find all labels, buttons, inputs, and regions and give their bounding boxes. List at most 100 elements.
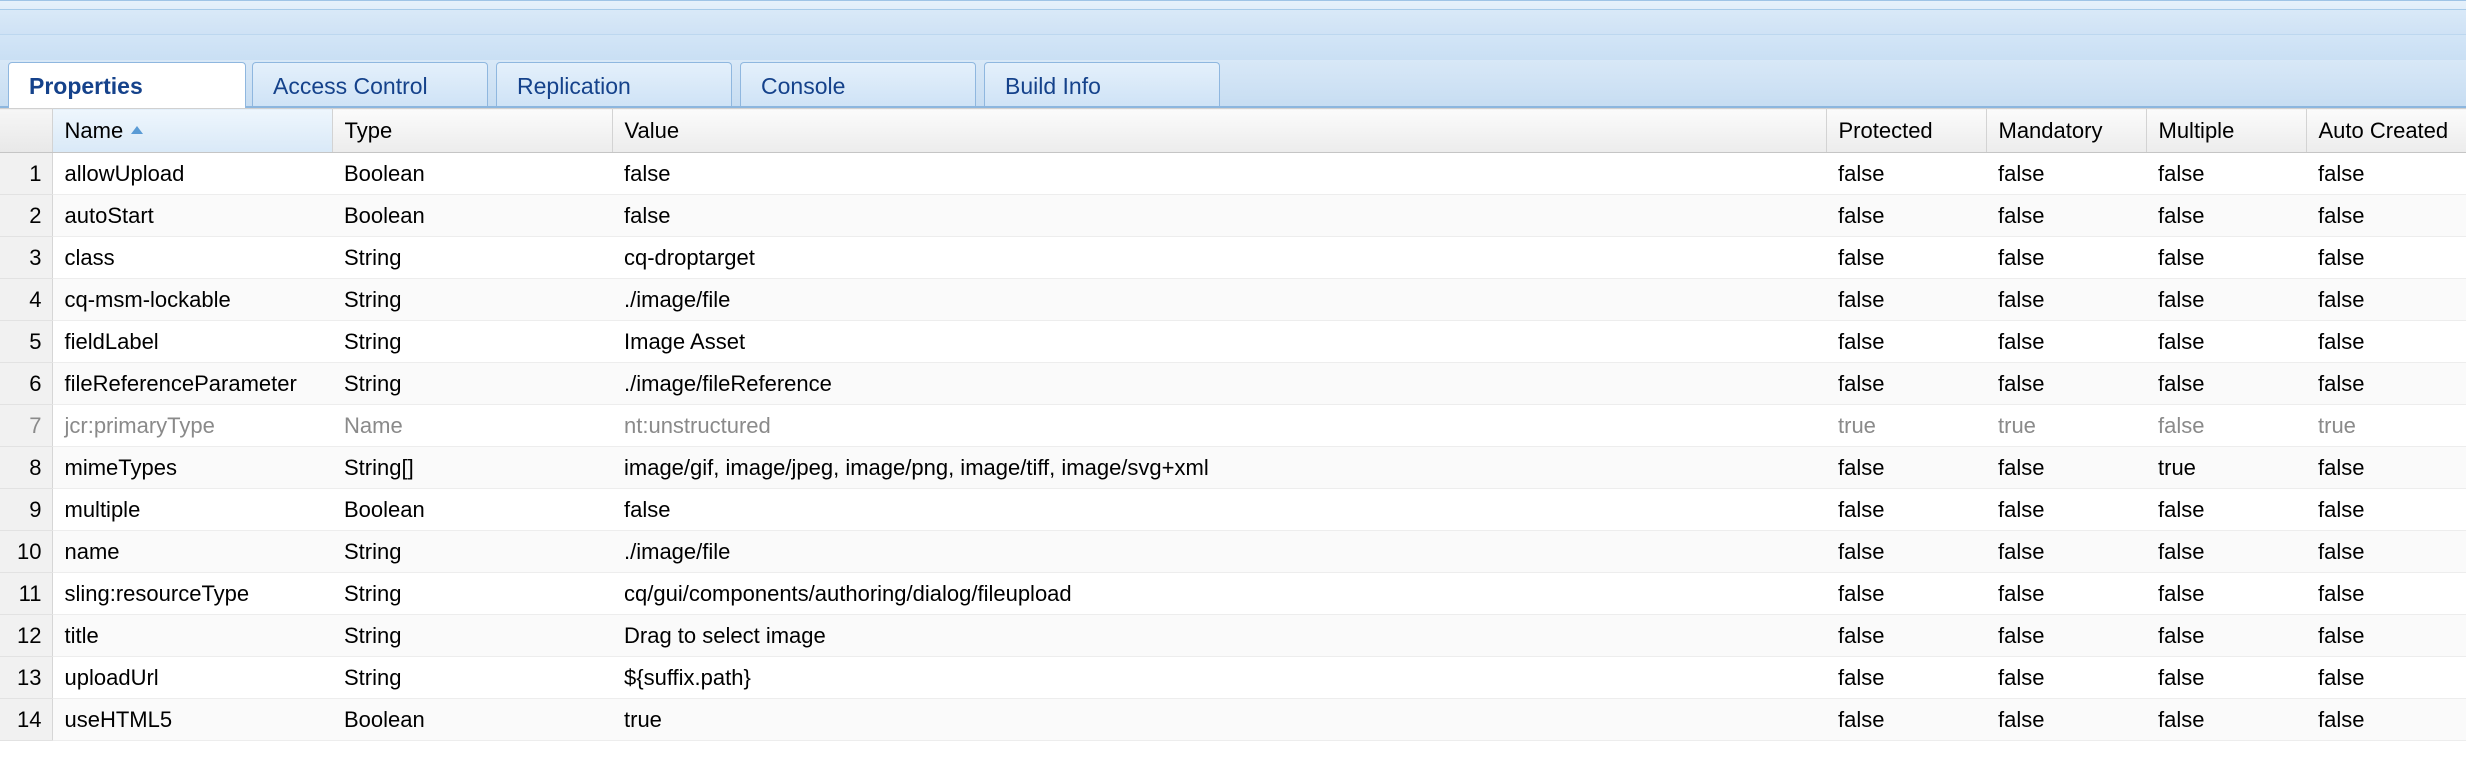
table-row[interactable]: 9 multiple Boolean false false false false fals… bbox=[0, 488, 2466, 531]
auto-created-cell[interactable]: false bbox=[2306, 194, 2466, 237]
protected-cell[interactable]: false bbox=[1826, 698, 1986, 741]
name-cell[interactable]: mimeTypes bbox=[52, 446, 332, 489]
auto-created-cell[interactable]: false bbox=[2306, 362, 2466, 405]
column-header-protected[interactable]: Protected bbox=[1826, 108, 1987, 153]
auto-created-cell[interactable]: false bbox=[2306, 614, 2466, 657]
type-cell[interactable]: Boolean bbox=[332, 698, 612, 741]
table-row[interactable]: 12 title String Drag to select image false fa… bbox=[0, 614, 2466, 657]
value-cell[interactable]: ./image/file bbox=[612, 278, 1826, 321]
column-header-auto-created[interactable]: Auto Created bbox=[2306, 108, 2466, 153]
value-cell[interactable]: cq-droptarget bbox=[612, 236, 1826, 279]
column-header-value[interactable]: Value bbox=[612, 108, 1827, 153]
table-row[interactable]: 10 name String ./image/file false false false f… bbox=[0, 530, 2466, 573]
multiple-cell[interactable]: false bbox=[2146, 278, 2306, 321]
tab-console[interactable]: Console bbox=[740, 62, 976, 106]
type-cell[interactable]: Boolean bbox=[332, 194, 612, 237]
name-cell[interactable]: fieldLabel bbox=[52, 320, 332, 363]
table-row[interactable]: 2 autoStart Boolean false false false false fal… bbox=[0, 194, 2466, 237]
type-cell[interactable]: String bbox=[332, 320, 612, 363]
name-cell[interactable]: autoStart bbox=[52, 194, 332, 237]
value-cell[interactable]: ./image/file bbox=[612, 530, 1826, 573]
multiple-cell[interactable]: false bbox=[2146, 236, 2306, 279]
table-row[interactable]: 11 sling:resourceType String cq/gui/compone… bbox=[0, 572, 2466, 615]
value-cell[interactable]: false bbox=[612, 194, 1826, 237]
auto-created-cell[interactable]: false bbox=[2306, 152, 2466, 195]
mandatory-cell[interactable]: false bbox=[1986, 698, 2146, 741]
mandatory-cell[interactable]: true bbox=[1986, 404, 2146, 447]
table-row[interactable]: 6 fileReferenceParameter String ./image/fil… bbox=[0, 362, 2466, 405]
type-cell[interactable]: String bbox=[332, 236, 612, 279]
multiple-cell[interactable]: false bbox=[2146, 152, 2306, 195]
type-cell[interactable]: String bbox=[332, 530, 612, 573]
mandatory-cell[interactable]: false bbox=[1986, 488, 2146, 531]
auto-created-cell[interactable]: false bbox=[2306, 236, 2466, 279]
name-cell[interactable]: title bbox=[52, 614, 332, 657]
multiple-cell[interactable]: false bbox=[2146, 194, 2306, 237]
protected-cell[interactable]: false bbox=[1826, 362, 1986, 405]
column-header-type[interactable]: Type bbox=[332, 108, 613, 153]
multiple-cell[interactable]: false bbox=[2146, 656, 2306, 699]
mandatory-cell[interactable]: false bbox=[1986, 446, 2146, 489]
multiple-cell[interactable]: false bbox=[2146, 614, 2306, 657]
multiple-cell[interactable]: false bbox=[2146, 488, 2306, 531]
value-cell[interactable]: false bbox=[612, 152, 1826, 195]
name-cell[interactable]: jcr:primaryType bbox=[52, 404, 332, 447]
mandatory-cell[interactable]: false bbox=[1986, 656, 2146, 699]
auto-created-cell[interactable]: false bbox=[2306, 488, 2466, 531]
auto-created-cell[interactable]: false bbox=[2306, 656, 2466, 699]
table-row[interactable]: 8 mimeTypes String[] image/gif, image/jpeg,… bbox=[0, 446, 2466, 489]
protected-cell[interactable]: false bbox=[1826, 572, 1986, 615]
name-cell[interactable]: uploadUrl bbox=[52, 656, 332, 699]
multiple-cell[interactable]: false bbox=[2146, 362, 2306, 405]
mandatory-cell[interactable]: false bbox=[1986, 362, 2146, 405]
protected-cell[interactable]: false bbox=[1826, 614, 1986, 657]
mandatory-cell[interactable]: false bbox=[1986, 614, 2146, 657]
protected-cell[interactable]: false bbox=[1826, 194, 1986, 237]
protected-cell[interactable]: true bbox=[1826, 404, 1986, 447]
name-cell[interactable]: allowUpload bbox=[52, 152, 332, 195]
auto-created-cell[interactable]: false bbox=[2306, 572, 2466, 615]
mandatory-cell[interactable]: false bbox=[1986, 320, 2146, 363]
value-cell[interactable]: Drag to select image bbox=[612, 614, 1826, 657]
tab-build-info[interactable]: Build Info bbox=[984, 62, 1220, 106]
mandatory-cell[interactable]: false bbox=[1986, 572, 2146, 615]
protected-cell[interactable]: false bbox=[1826, 656, 1986, 699]
value-cell[interactable]: true bbox=[612, 698, 1826, 741]
value-cell[interactable]: ./image/fileReference bbox=[612, 362, 1826, 405]
table-row[interactable]: 5 fieldLabel String Image Asset false false fa… bbox=[0, 320, 2466, 363]
auto-created-cell[interactable]: false bbox=[2306, 530, 2466, 573]
value-cell[interactable]: image/gif, image/jpeg, image/png, image/… bbox=[612, 446, 1826, 489]
table-row[interactable]: 4 cq-msm-lockable String ./image/file false f… bbox=[0, 278, 2466, 321]
value-cell[interactable]: Image Asset bbox=[612, 320, 1826, 363]
auto-created-cell[interactable]: false bbox=[2306, 446, 2466, 489]
tab-replication[interactable]: Replication bbox=[496, 62, 732, 106]
value-cell[interactable]: ${suffix.path} bbox=[612, 656, 1826, 699]
auto-created-cell[interactable]: false bbox=[2306, 278, 2466, 321]
protected-cell[interactable]: false bbox=[1826, 236, 1986, 279]
multiple-cell[interactable]: true bbox=[2146, 446, 2306, 489]
mandatory-cell[interactable]: false bbox=[1986, 152, 2146, 195]
table-row[interactable]: 7 jcr:primaryType Name nt:unstructured true t… bbox=[0, 404, 2466, 447]
mandatory-cell[interactable]: false bbox=[1986, 236, 2146, 279]
auto-created-cell[interactable]: false bbox=[2306, 698, 2466, 741]
multiple-cell[interactable]: false bbox=[2146, 404, 2306, 447]
protected-cell[interactable]: false bbox=[1826, 152, 1986, 195]
value-cell[interactable]: false bbox=[612, 488, 1826, 531]
mandatory-cell[interactable]: false bbox=[1986, 194, 2146, 237]
protected-cell[interactable]: false bbox=[1826, 278, 1986, 321]
tab-access-control[interactable]: Access Control bbox=[252, 62, 488, 106]
type-cell[interactable]: String bbox=[332, 572, 612, 615]
value-cell[interactable]: cq/gui/components/authoring/dialog/fileu… bbox=[612, 572, 1826, 615]
type-cell[interactable]: String bbox=[332, 614, 612, 657]
multiple-cell[interactable]: false bbox=[2146, 530, 2306, 573]
multiple-cell[interactable]: false bbox=[2146, 320, 2306, 363]
table-row[interactable]: 13 uploadUrl String ${suffix.path} false fals… bbox=[0, 656, 2466, 699]
column-header-name[interactable]: Name bbox=[52, 108, 333, 153]
type-cell[interactable]: String bbox=[332, 656, 612, 699]
table-row[interactable]: 1 allowUpload Boolean false false false false f… bbox=[0, 152, 2466, 195]
type-cell[interactable]: Boolean bbox=[332, 152, 612, 195]
value-cell[interactable]: nt:unstructured bbox=[612, 404, 1826, 447]
name-cell[interactable]: cq-msm-lockable bbox=[52, 278, 332, 321]
tab-properties[interactable]: Properties bbox=[8, 62, 246, 109]
name-cell[interactable]: name bbox=[52, 530, 332, 573]
